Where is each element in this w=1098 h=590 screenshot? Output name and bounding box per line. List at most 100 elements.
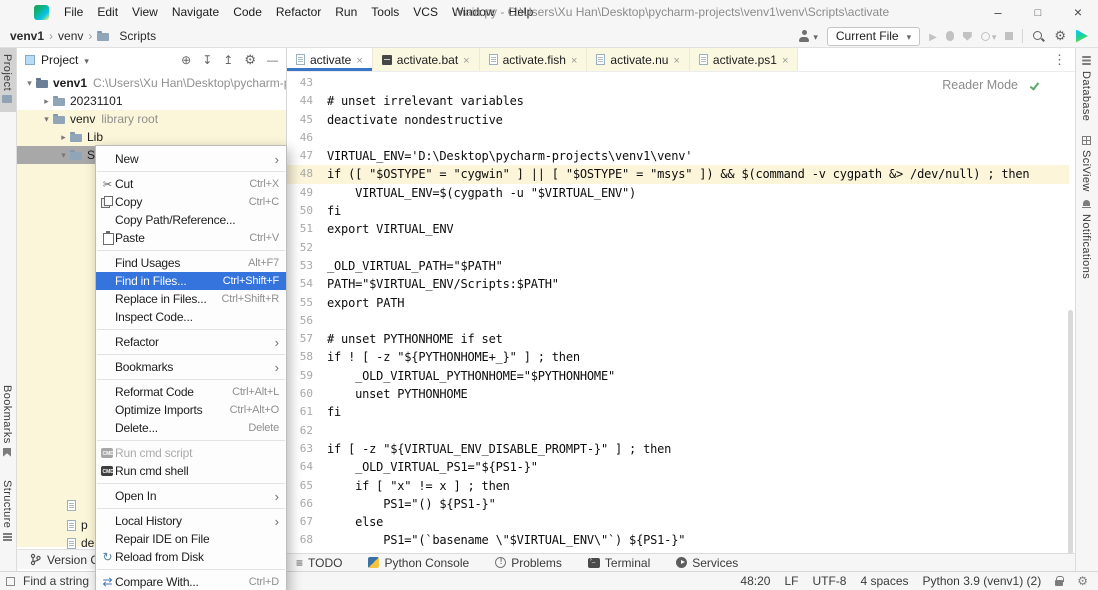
run-config-selector[interactable]: Current File xyxy=(827,27,920,46)
context-menu-item-find-in-files[interactable]: Find in Files...Ctrl+Shift+F xyxy=(96,272,286,290)
code-line-56[interactable]: 56 xyxy=(287,312,1069,330)
menu-view[interactable]: View xyxy=(125,0,165,25)
search-icon[interactable] xyxy=(1032,30,1045,43)
code-line-45[interactable]: 45deactivate nondestructive xyxy=(287,111,1069,129)
chevron-right-icon[interactable] xyxy=(40,96,53,107)
sidebar-item-notifications[interactable]: Notifications xyxy=(1080,200,1092,279)
code-line-52[interactable]: 52 xyxy=(287,239,1069,257)
chevron-down-icon[interactable] xyxy=(23,78,36,89)
code-line-48[interactable]: 48if ([ "$OSTYPE" = "cygwin" ] || [ "$OS… xyxy=(287,165,1069,183)
menu-edit[interactable]: Edit xyxy=(90,0,125,25)
status-hint[interactable]: Find a string xyxy=(0,574,89,588)
context-menu-item-run-cmd-script[interactable]: Run cmd script xyxy=(96,444,286,462)
sidebar-item-database[interactable]: Database xyxy=(1080,56,1092,121)
sidebar-item-bookmarks[interactable]: Bookmarks xyxy=(1,385,13,457)
menu-refactor[interactable]: Refactor xyxy=(269,0,328,25)
context-menu-item-optimize-imports[interactable]: Optimize ImportsCtrl+Alt+O xyxy=(96,401,286,419)
code-line-58[interactable]: 58if ! [ -z "${PYTHONHOME+_}" ] ; then xyxy=(287,348,1069,366)
code-line-44[interactable]: 44# unset irrelevant variables xyxy=(287,92,1069,110)
code-line-51[interactable]: 51export VIRTUAL_ENV xyxy=(287,220,1069,238)
code-line-55[interactable]: 55export PATH xyxy=(287,294,1069,312)
code-line-54[interactable]: 54PATH="$VIRTUAL_ENV/Scripts:$PATH" xyxy=(287,275,1069,293)
context-menu-item-replace-in-files[interactable]: Replace in Files...Ctrl+Shift+R xyxy=(96,290,286,308)
tree-row-venv[interactable]: venvlibrary root xyxy=(17,110,287,128)
lock-icon[interactable] xyxy=(1055,580,1063,586)
gear-icon[interactable] xyxy=(1077,574,1088,588)
code-line-57[interactable]: 57# unset PYTHONHOME if set xyxy=(287,330,1069,348)
code-line-46[interactable]: 46 xyxy=(287,129,1069,147)
close-tab-icon[interactable] xyxy=(571,53,577,67)
hide-panel-icon[interactable] xyxy=(267,53,278,67)
close-tab-icon[interactable] xyxy=(463,53,469,67)
gear-icon[interactable] xyxy=(244,52,256,68)
tab-activate-nu[interactable]: activate.nu xyxy=(587,48,689,71)
code-line-64[interactable]: 64 _OLD_VIRTUAL_PS1="${PS1-}" xyxy=(287,458,1069,476)
gear-icon[interactable] xyxy=(1054,28,1066,44)
tool-window-button-todo[interactable]: TODO xyxy=(296,556,342,570)
context-menu-item-run-cmd-shell[interactable]: Run cmd shell xyxy=(96,462,286,480)
code-line-66[interactable]: 66 PS1="() ${PS1-}" xyxy=(287,495,1069,513)
context-menu-item-compare-with[interactable]: Compare With...Ctrl+D xyxy=(96,573,286,590)
code-line-67[interactable]: 67 else xyxy=(287,513,1069,531)
context-menu-item-new[interactable]: New xyxy=(96,150,286,168)
context-menu-item-find-usages[interactable]: Find UsagesAlt+F7 xyxy=(96,254,286,272)
chevron-right-icon[interactable] xyxy=(57,132,70,143)
tree-row-20231101[interactable]: 20231101 xyxy=(17,92,287,110)
code-line-47[interactable]: 47VIRTUAL_ENV='D:\Desktop\pycharm-projec… xyxy=(287,147,1069,165)
menu-file[interactable]: File xyxy=(57,0,90,25)
context-menu-item-inspect-code[interactable]: Inspect Code... xyxy=(96,308,286,326)
expand-all-icon[interactable] xyxy=(202,53,212,67)
tab-activate-bat[interactable]: activate.bat xyxy=(373,48,480,71)
context-menu-item-refactor[interactable]: Refactor xyxy=(96,333,286,351)
status-item[interactable]: 48:20 xyxy=(740,574,770,588)
context-menu-item-cut[interactable]: CutCtrl+X xyxy=(96,175,286,193)
code-line-53[interactable]: 53_OLD_VIRTUAL_PATH="$PATH" xyxy=(287,257,1069,275)
sidebar-item-sciview[interactable]: SciView xyxy=(1080,136,1092,192)
sidebar-item-project[interactable]: Project xyxy=(1,54,13,103)
code-line-61[interactable]: 61fi xyxy=(287,403,1069,421)
code-editor[interactable]: 4344# unset irrelevant variables45deacti… xyxy=(287,74,1069,550)
context-menu-item-open-in[interactable]: Open In xyxy=(96,487,286,505)
collapse-all-icon[interactable] xyxy=(223,53,233,67)
tool-window-button-problems[interactable]: Problems xyxy=(495,556,562,570)
code-line-68[interactable]: 68 PS1="(`basename \"$VIRTUAL_ENV\"`) ${… xyxy=(287,531,1069,549)
code-line-63[interactable]: 63if [ -z "${VIRTUAL_ENV_DISABLE_PROMPT-… xyxy=(287,440,1069,458)
context-menu-item-copy-path-reference[interactable]: Copy Path/Reference... xyxy=(96,211,286,229)
context-menu-item-paste[interactable]: PasteCtrl+V xyxy=(96,229,286,247)
sidebar-item-structure[interactable]: Structure xyxy=(1,480,13,541)
status-item[interactable]: 4 spaces xyxy=(860,574,908,588)
tree-row-partial[interactable]: p xyxy=(67,518,88,532)
more-tabs-icon[interactable] xyxy=(1053,52,1075,68)
project-panel-title[interactable]: Project xyxy=(41,53,78,67)
code-line-60[interactable]: 60 unset PYTHONHOME xyxy=(287,385,1069,403)
menu-vcs[interactable]: VCS xyxy=(406,0,445,25)
editor-scrollbar[interactable] xyxy=(1068,310,1073,557)
user-menu-button[interactable] xyxy=(798,29,818,43)
context-menu-item-reformat-code[interactable]: Reformat CodeCtrl+Alt+L xyxy=(96,383,286,401)
chevron-down-icon[interactable] xyxy=(84,53,89,67)
tree-row-lib[interactable]: Lib xyxy=(17,128,287,146)
code-line-62[interactable]: 62 xyxy=(287,422,1069,440)
menu-run[interactable]: Run xyxy=(328,0,364,25)
chevron-down-icon[interactable] xyxy=(57,150,70,161)
tab-activate-ps1[interactable]: activate.ps1 xyxy=(690,48,798,71)
close-tab-icon[interactable] xyxy=(356,53,362,67)
code-line-43[interactable]: 43 xyxy=(287,74,1069,92)
chevron-down-icon[interactable] xyxy=(40,114,53,125)
code-line-49[interactable]: 49 VIRTUAL_ENV=$(cygpath -u "$VIRTUAL_EN… xyxy=(287,184,1069,202)
breadcrumb-venv[interactable]: venv xyxy=(58,29,83,43)
menu-code[interactable]: Code xyxy=(226,0,269,25)
close-tab-icon[interactable] xyxy=(673,53,679,67)
context-menu-item-copy[interactable]: CopyCtrl+C xyxy=(96,193,286,211)
minimize-icon[interactable] xyxy=(978,0,1018,26)
context-menu-item-delete[interactable]: Delete...Delete xyxy=(96,419,286,437)
menu-navigate[interactable]: Navigate xyxy=(165,0,226,25)
context-menu-item-repair-ide-on-file[interactable]: Repair IDE on File xyxy=(96,530,286,548)
close-tab-icon[interactable] xyxy=(782,53,788,67)
ide-play-logo-icon[interactable] xyxy=(1075,30,1088,43)
status-item[interactable]: LF xyxy=(784,574,798,588)
tool-window-button-services[interactable]: Services xyxy=(676,556,738,570)
breadcrumb-venv1[interactable]: venv1 xyxy=(10,29,44,43)
breadcrumb-scripts[interactable]: Scripts xyxy=(119,29,156,43)
context-menu-item-reload-from-disk[interactable]: Reload from Disk xyxy=(96,548,286,566)
